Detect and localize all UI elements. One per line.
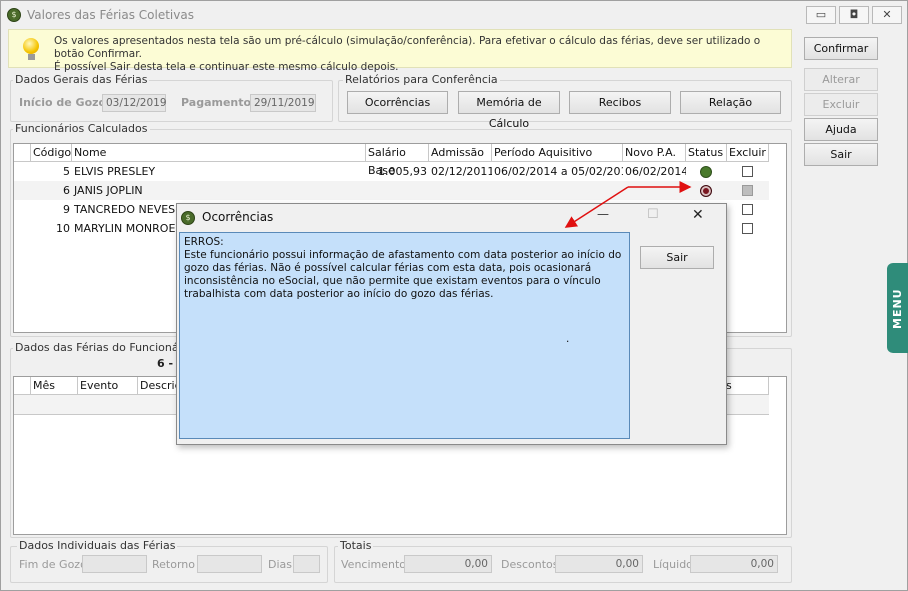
annotation-arrows xyxy=(564,181,692,228)
arrow-icon xyxy=(564,181,692,228)
